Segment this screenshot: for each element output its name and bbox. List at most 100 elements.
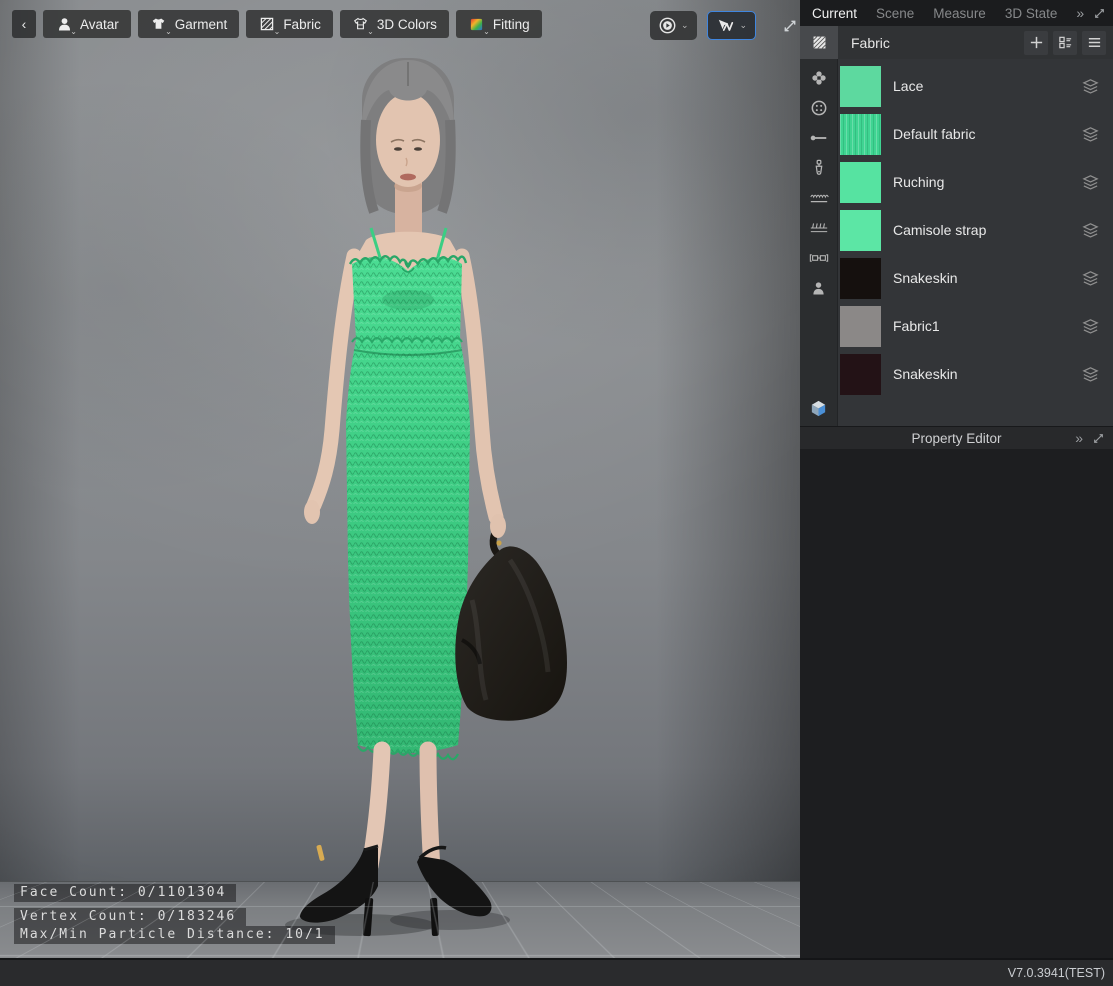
- pin-icon[interactable]: [808, 129, 830, 147]
- rainbow-swatch-icon: ⌄: [468, 15, 486, 33]
- collapse-toolbar-button[interactable]: ‹: [12, 10, 36, 38]
- button-icon[interactable]: [808, 99, 830, 117]
- fabric-row-snakeskin-1[interactable]: Snakeskin: [838, 254, 1113, 302]
- application-window: ‹ ⌄ Avatar ⌄ Garment ⌄: [0, 0, 1113, 986]
- layers-icon[interactable]: [1081, 125, 1100, 144]
- fabric-swatch: [840, 114, 881, 155]
- card-view-button[interactable]: [1053, 31, 1077, 55]
- status-bar: V7.0.3941(TEST): [0, 958, 1113, 986]
- fabric-name: Snakeskin: [893, 366, 958, 382]
- cursor-zigzag-icon: [716, 17, 736, 35]
- face: [376, 93, 440, 187]
- shoe-buckle-gold: [316, 845, 325, 862]
- viewport-fullscreen-icon[interactable]: [782, 18, 798, 34]
- version-label: V7.0.3941(TEST): [1008, 966, 1105, 980]
- fabric-swatch: [840, 306, 881, 347]
- face-count: Face Count: 0/1101304: [14, 884, 236, 902]
- viewport-stats: Face Count: 0/1101304 Vertex Count: 0/18…: [14, 884, 335, 944]
- topstitch-icon[interactable]: [808, 189, 830, 207]
- 3d-colors-button[interactable]: ⌄ 3D Colors: [340, 10, 449, 38]
- fabric-row-default-fabric[interactable]: Default fabric: [838, 110, 1113, 158]
- bartack-icon[interactable]: [808, 249, 830, 267]
- select-tool-dropdown-chevron[interactable]: ⌄: [740, 20, 748, 31]
- layers-icon[interactable]: [1081, 365, 1100, 384]
- fabric-swatch: [840, 210, 881, 251]
- fabric-row-camisole-strap[interactable]: Camisole strap: [838, 206, 1113, 254]
- property-editor-body: [800, 449, 1113, 958]
- list-view-button[interactable]: [1082, 31, 1106, 55]
- fabric-hatch-icon: [811, 34, 828, 51]
- layers-icon[interactable]: [1081, 317, 1100, 336]
- 3d-colors-button-label: 3D Colors: [377, 17, 437, 32]
- record-dropdown-chevron[interactable]: ⌄: [681, 20, 689, 31]
- cube-3d-icon[interactable]: [808, 399, 830, 417]
- add-fabric-button[interactable]: [1024, 31, 1048, 55]
- avatar-model: [0, 0, 800, 958]
- panel-fullscreen-icon[interactable]: [1093, 7, 1106, 20]
- avatar-person-icon: ⌄: [55, 15, 73, 33]
- fabric-name: Camisole strap: [893, 222, 986, 238]
- fabric-row-lace[interactable]: Lace: [838, 62, 1113, 110]
- fitting-button-label: Fitting: [493, 17, 530, 32]
- fitting-button[interactable]: ⌄ Fitting: [456, 10, 542, 38]
- tab-measure[interactable]: Measure: [933, 6, 986, 21]
- tshirt-icon: ⌄: [150, 15, 168, 33]
- layers-icon[interactable]: [1081, 77, 1100, 96]
- panel-collapse-icon[interactable]: »: [1076, 6, 1084, 20]
- fabric-name: Snakeskin: [893, 270, 958, 286]
- fabric-panel-body: Lace Default fabric Ruching: [800, 59, 1113, 426]
- right-panel: Current Scene Measure 3D State » Fabric: [800, 0, 1113, 958]
- left-hand: [304, 500, 320, 524]
- category-icon-strip: [800, 59, 838, 426]
- property-editor-collapse-icon[interactable]: »: [1075, 431, 1083, 445]
- tab-scene[interactable]: Scene: [876, 6, 914, 21]
- right-shoe: [417, 856, 491, 916]
- avatar-button[interactable]: ⌄ Avatar: [43, 10, 131, 38]
- avatar-person-strip-icon[interactable]: [808, 279, 830, 297]
- property-editor-title: Property Editor: [911, 431, 1001, 446]
- tab-current[interactable]: Current: [812, 6, 857, 21]
- fabric-row-snakeskin-2[interactable]: Snakeskin: [838, 350, 1113, 398]
- fabric-swatch: [840, 354, 881, 395]
- avatar-button-label: Avatar: [80, 17, 119, 32]
- layers-icon[interactable]: [1081, 269, 1100, 288]
- garment-button[interactable]: ⌄ Garment: [138, 10, 240, 38]
- fabric-name: Default fabric: [893, 126, 975, 142]
- fabric-button-label: Fabric: [283, 17, 321, 32]
- property-editor-header[interactable]: Property Editor »: [800, 426, 1113, 449]
- panel-tabbar: Current Scene Measure 3D State »: [800, 0, 1113, 26]
- shirring-icon[interactable]: [808, 219, 830, 237]
- record-button[interactable]: ⌄: [650, 11, 697, 40]
- shirt-outline-icon: ⌄: [352, 15, 370, 33]
- garment-button-label: Garment: [175, 17, 228, 32]
- view-controls: ⌄ ⌄: [650, 11, 798, 40]
- layers-icon[interactable]: [1081, 221, 1100, 240]
- vertex-count: Vertex Count: 0/183246: [14, 908, 246, 926]
- category-fabric-tile[interactable]: [800, 26, 838, 59]
- tab-3d-state[interactable]: 3D State: [1005, 6, 1058, 21]
- fabric-swatch: [840, 162, 881, 203]
- fabric-list: Lace Default fabric Ruching: [838, 59, 1113, 426]
- clover-trim-icon[interactable]: [808, 69, 830, 87]
- fabric-swatch: [840, 66, 881, 107]
- fabric-section-header: Fabric: [800, 26, 1113, 59]
- fabric-button[interactable]: ⌄ Fabric: [246, 10, 333, 38]
- record-icon: [658, 16, 677, 35]
- fabric-name: Ruching: [893, 174, 944, 190]
- section-title: Fabric: [851, 35, 890, 51]
- fabric-name: Fabric1: [893, 318, 940, 334]
- viewport-3d[interactable]: ‹ ⌄ Avatar ⌄ Garment ⌄: [0, 0, 800, 958]
- fabric-row-ruching[interactable]: Ruching: [838, 158, 1113, 206]
- fabric-hatch-icon: ⌄: [258, 15, 276, 33]
- layers-icon[interactable]: [1081, 173, 1100, 192]
- fabric-swatch: [840, 258, 881, 299]
- handbag: [455, 546, 567, 720]
- toolbar: ‹ ⌄ Avatar ⌄ Garment ⌄: [12, 10, 542, 38]
- zipper-icon[interactable]: [808, 159, 830, 177]
- property-editor-fullscreen-icon[interactable]: [1092, 432, 1105, 445]
- right-hand: [490, 514, 506, 538]
- fabric-name: Lace: [893, 78, 923, 94]
- select-tool-button[interactable]: ⌄: [707, 11, 757, 40]
- particle-distance: Max/Min Particle Distance: 10/1: [14, 926, 335, 944]
- fabric-row-fabric1[interactable]: Fabric1: [838, 302, 1113, 350]
